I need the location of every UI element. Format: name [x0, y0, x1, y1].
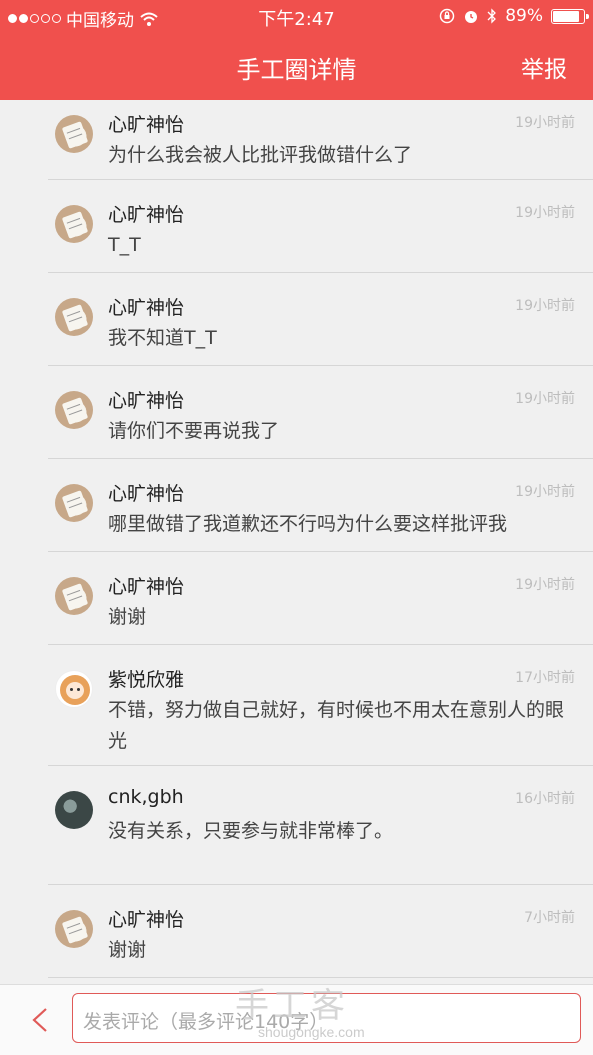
avatar[interactable] [55, 791, 93, 829]
comment-text: 谢谢 [108, 606, 147, 628]
comment-item[interactable]: 心旷神怡 19小时前 哪里做错了我道歉还不行吗为什么要这样批评我 [0, 459, 593, 552]
comment-author[interactable]: 紫悦欣雅 [108, 665, 184, 692]
avatar[interactable] [55, 391, 93, 429]
battery-percent: 89% [505, 6, 543, 26]
avatar[interactable] [55, 670, 93, 708]
comment-item[interactable]: 心旷神怡 19小时前为什么我会被人比批评我做错什么了 [0, 100, 593, 180]
comment-time: 19小时前 [515, 298, 575, 314]
comment-author[interactable]: 心旷神怡 [108, 479, 184, 506]
comment-text: 哪里做错了我道歉还不行吗为什么要这样批评我 [108, 513, 508, 535]
battery-icon [551, 8, 589, 24]
watermark-logo: 手工客 [235, 986, 349, 1026]
rotation-lock-icon [439, 8, 455, 24]
comment-text: 请你们不要再说我了 [108, 420, 280, 442]
comment-item[interactable]: 紫悦欣雅 17小时前不错，努力做自己就好，有时候也不用太在意别人的眼光 [0, 645, 593, 766]
comment-item[interactable]: 心旷神怡 19小时前谢谢 [0, 552, 593, 645]
comment-text: T_T [108, 234, 141, 256]
avatar[interactable] [55, 484, 93, 522]
comment-text: 我不知道T_T [108, 327, 217, 349]
avatar[interactable] [55, 910, 93, 948]
avatar[interactable] [55, 205, 93, 243]
comment-text: 为什么我会被人比批评我做错什么了 [108, 144, 413, 166]
comment-author[interactable]: 心旷神怡 [108, 386, 184, 413]
comment-item[interactable]: 心旷神怡 19小时前 T_T [0, 180, 593, 273]
comment-author[interactable]: 心旷神怡 [108, 905, 184, 932]
comment-time: 19小时前 [515, 484, 575, 500]
comment-time: 19小时前 [515, 391, 575, 407]
status-right: 89% [439, 6, 589, 26]
comment-author[interactable]: 心旷神怡 [108, 110, 184, 137]
comment-list[interactable]: 心旷神怡 19小时前 为什么我会被人比批评我做错什么了 心旷神怡 19小时前 T_T 心旷神… [0, 100, 593, 984]
status-bar: 中国移动 下午2:47 89% [0, 0, 593, 34]
bluetooth-icon [487, 8, 497, 24]
comment-item[interactable]: 心旷神怡 19小时前我不知道T_T [0, 273, 593, 366]
chevron-left-icon[interactable] [30, 1007, 50, 1033]
avatar[interactable] [55, 577, 93, 615]
comment-time: 19小时前 [515, 205, 575, 221]
comment-item[interactable]: 心旷神怡 19小时前请你们不要再说我了 [0, 366, 593, 459]
comment-author[interactable]: cnk,gbh [108, 786, 184, 808]
comment-time: 7小时前 [524, 910, 575, 926]
battery-fill [553, 10, 580, 22]
watermark-url: shougongke.com [258, 1024, 365, 1040]
avatar[interactable] [55, 115, 93, 153]
comment-text: 不错，努力做自己就好，有时候也不用太在意别人的眼光 [108, 699, 565, 752]
comment-time: 19小时前 [515, 115, 575, 131]
comment-author[interactable]: 心旷神怡 [108, 293, 184, 320]
comment-time: 19小时前 [515, 577, 575, 593]
comment-text: 没有关系，只要参与就非常棒了。 [108, 820, 394, 842]
comment-text: 谢谢 [108, 939, 147, 961]
comment-time: 16小时前 [515, 791, 575, 807]
alarm-icon [465, 11, 478, 23]
comment-author[interactable]: 心旷神怡 [108, 572, 184, 599]
avatar[interactable] [55, 298, 93, 336]
comment-item[interactable]: cnk,gbh 16小时前没有关系，只要参与就非常棒了。 [0, 766, 593, 885]
comment-time: 17小时前 [515, 670, 575, 686]
comment-author[interactable]: 心旷神怡 [108, 200, 184, 227]
comment-item[interactable]: 心旷神怡 7小时前谢谢 [0, 885, 593, 978]
report-button[interactable]: 举报 [521, 50, 567, 84]
page-title: 手工圈详情 [236, 56, 357, 84]
nav-bar: 手工圈详情 举报 [0, 34, 593, 100]
